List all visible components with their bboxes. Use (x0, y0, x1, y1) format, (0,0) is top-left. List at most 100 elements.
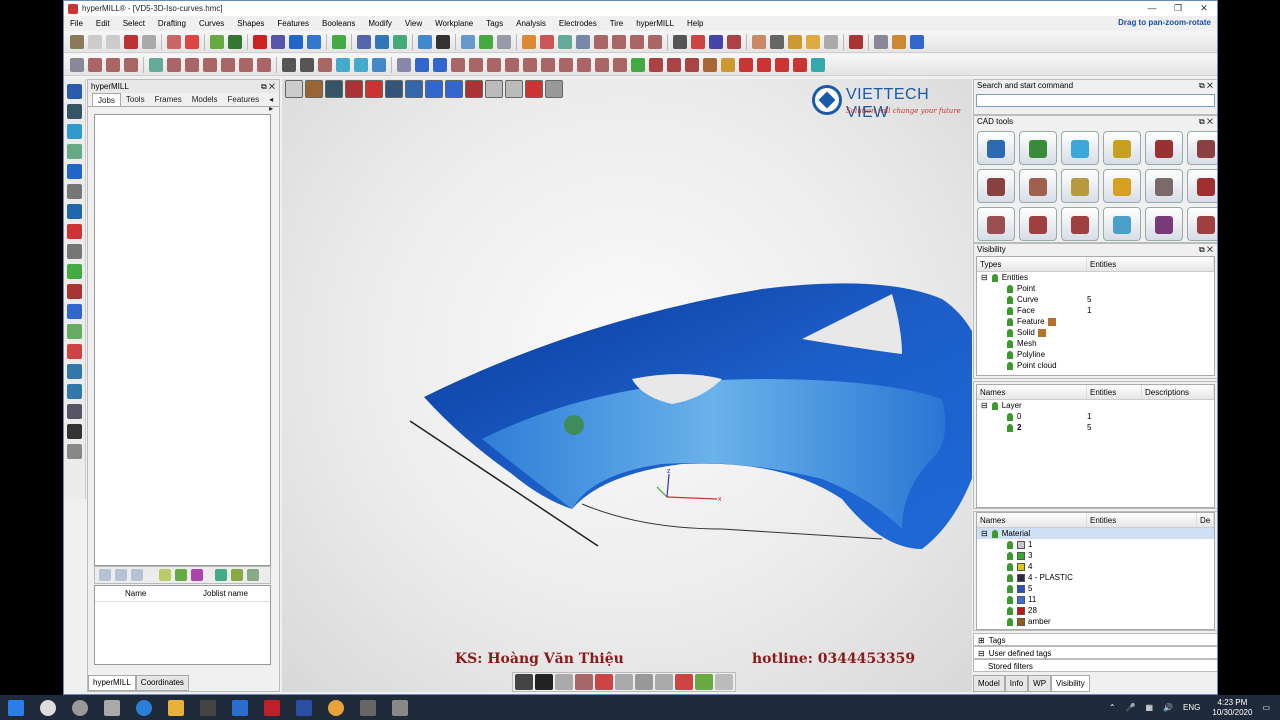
cad-sweep-icon[interactable] (1061, 169, 1099, 203)
pen-icon[interactable] (210, 34, 224, 49)
edge-icon[interactable] (372, 57, 386, 72)
align-icon[interactable] (655, 674, 673, 690)
info-icon[interactable] (910, 34, 924, 49)
col-types[interactable]: Types (977, 257, 1087, 271)
delete-icon[interactable] (253, 34, 267, 49)
undo-icon[interactable] (124, 34, 138, 49)
tree-row[interactable]: Feature (977, 316, 1214, 327)
tree-row[interactable]: 28 (977, 605, 1214, 616)
counter-snap-icon[interactable] (635, 674, 653, 690)
highlight-icon[interactable] (575, 674, 593, 690)
render-icon[interactable] (788, 34, 802, 49)
tree-row[interactable]: Point (977, 283, 1214, 294)
fill-icon[interactable] (675, 674, 693, 690)
job-report-icon[interactable] (247, 569, 259, 581)
project2-icon[interactable] (354, 57, 368, 72)
tray-arrow-icon[interactable]: ⌃ (1109, 703, 1116, 712)
lock-icon[interactable] (522, 34, 536, 49)
tree-row[interactable]: Solid (977, 327, 1214, 338)
menu-electrodes[interactable]: Electrodes (559, 19, 597, 28)
menu-select[interactable]: Select (123, 19, 145, 28)
tree-row[interactable]: 5 (977, 583, 1214, 594)
arc5-icon[interactable] (648, 34, 662, 49)
col-descriptions[interactable]: Descriptions (1142, 385, 1214, 399)
tags-row[interactable]: ⊞ Tags (973, 633, 1217, 646)
layer-icon[interactable] (167, 34, 181, 49)
paste-icon[interactable] (106, 34, 120, 49)
frame-icon[interactable] (67, 124, 82, 139)
col-joblist-name[interactable]: Joblist name (203, 586, 248, 601)
circle2-icon[interactable] (239, 57, 253, 72)
i-icon[interactable] (415, 57, 429, 72)
tab-models[interactable]: Models (187, 93, 223, 106)
isocurve-icon[interactable] (451, 57, 465, 72)
job-copy-icon[interactable] (131, 569, 143, 581)
font2-icon[interactable] (300, 57, 314, 72)
tree-row[interactable]: Point cloud (977, 360, 1214, 371)
cad-curve-icon[interactable] (1145, 131, 1183, 165)
view-icon[interactable] (479, 34, 493, 49)
table-icon[interactable] (185, 34, 199, 49)
arc3-icon[interactable] (612, 34, 626, 49)
user-tags-row[interactable]: ⊟ User defined tags (973, 646, 1217, 659)
app-icon[interactable] (360, 699, 376, 716)
pencil-icon[interactable] (695, 674, 713, 690)
menu-edit[interactable]: Edit (96, 19, 110, 28)
menu-modify[interactable]: Modify (368, 19, 392, 28)
volume-icon[interactable]: 🔊 (1163, 703, 1173, 712)
pin-icon[interactable] (874, 34, 888, 49)
menu-analysis[interactable]: Analysis (516, 19, 546, 28)
search-icon[interactable] (40, 699, 56, 716)
cad-surface-icon[interactable] (1061, 131, 1099, 165)
tree-icon[interactable] (67, 284, 82, 299)
minimize-icon[interactable]: — (1139, 1, 1165, 16)
eraser-icon[interactable] (67, 424, 82, 439)
clamp-icon[interactable] (67, 364, 82, 379)
edge-icon[interactable] (136, 699, 152, 716)
wp2-icon[interactable] (770, 34, 784, 49)
tab-scroll-icon[interactable]: ◂ ▸ (264, 93, 279, 113)
toolpath-icon[interactable] (67, 84, 82, 99)
redo-icon[interactable] (142, 34, 156, 49)
tree-row[interactable]: ⊟ Entities (977, 272, 1214, 283)
dim-icon[interactable] (709, 34, 723, 49)
tab-jobs[interactable]: Jobs (92, 93, 121, 106)
cad-corner-icon[interactable] (977, 169, 1015, 203)
report-icon[interactable] (67, 324, 82, 339)
col-names[interactable]: Names (977, 385, 1087, 399)
mic-icon[interactable]: 🎤 (1126, 703, 1136, 712)
unlock-icon[interactable] (540, 34, 554, 49)
tab-model[interactable]: Model (973, 675, 1005, 692)
surface-icon[interactable] (631, 57, 645, 72)
machine-icon[interactable] (67, 204, 82, 219)
cube-icon[interactable] (67, 444, 82, 459)
brush-icon[interactable] (228, 34, 242, 49)
close-icon[interactable]: ⧉ ✕ (1199, 116, 1213, 128)
cad-box-icon[interactable] (1187, 169, 1217, 203)
surface3-icon[interactable] (667, 57, 681, 72)
cycle-icon[interactable] (67, 384, 82, 399)
text-icon[interactable] (673, 34, 687, 49)
col-entities[interactable]: Entities (1087, 513, 1197, 527)
3d-viewport[interactable]: VIETTECH VIEW Solution will change your … (282, 79, 972, 692)
language[interactable]: ENG (1183, 703, 1200, 712)
tree-row[interactable]: ⊟ Material (977, 528, 1214, 539)
arc4-icon[interactable] (630, 34, 644, 49)
trim-icon[interactable] (257, 57, 271, 72)
spline-icon[interactable] (124, 57, 138, 72)
sim-icon[interactable] (67, 184, 82, 199)
job-check-icon[interactable] (159, 569, 171, 581)
col-names[interactable]: Names (977, 513, 1087, 527)
cad-2i-icon[interactable] (1019, 131, 1057, 165)
cut-icon[interactable] (70, 34, 84, 49)
group-icon[interactable] (332, 34, 346, 49)
command-search-input[interactable] (976, 94, 1215, 107)
wrench-icon[interactable] (67, 244, 82, 259)
rect-icon[interactable] (185, 57, 199, 72)
shading-icon[interactable] (515, 674, 533, 690)
windows-start-icon[interactable] (8, 699, 24, 716)
bend-icon[interactable] (469, 57, 483, 72)
menu-hypermill[interactable]: hyperMILL (636, 19, 674, 28)
surface2-icon[interactable] (649, 57, 663, 72)
surface5-icon[interactable] (703, 57, 717, 72)
